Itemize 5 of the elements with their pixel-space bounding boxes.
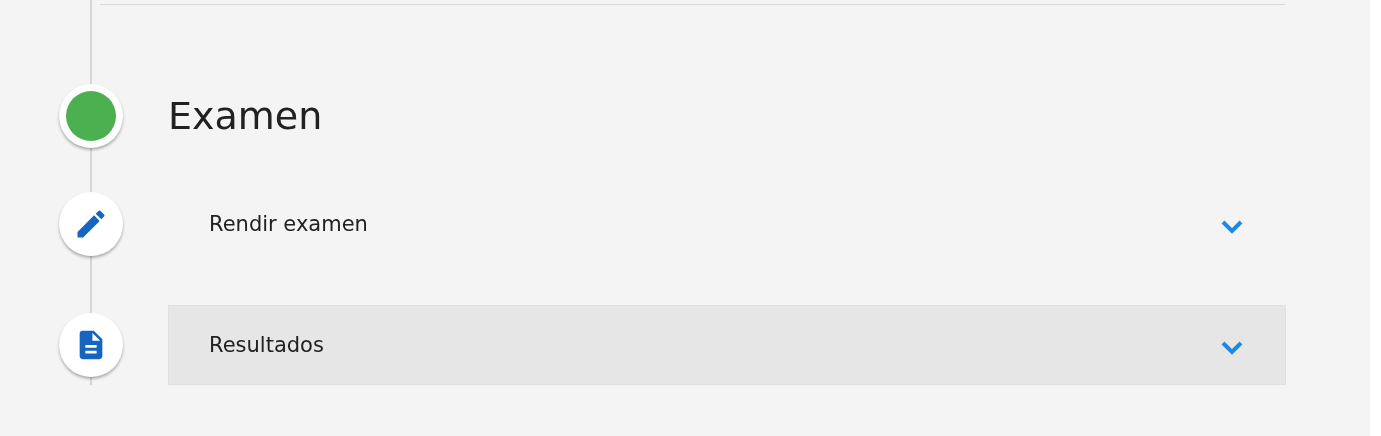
section-title: Examen (168, 94, 323, 138)
accordion-header[interactable]: Rendir examen (168, 184, 1286, 264)
item-label: Rendir examen (209, 212, 368, 236)
item-label: Resultados (209, 333, 324, 357)
accordion-header[interactable]: Resultados (168, 305, 1286, 385)
